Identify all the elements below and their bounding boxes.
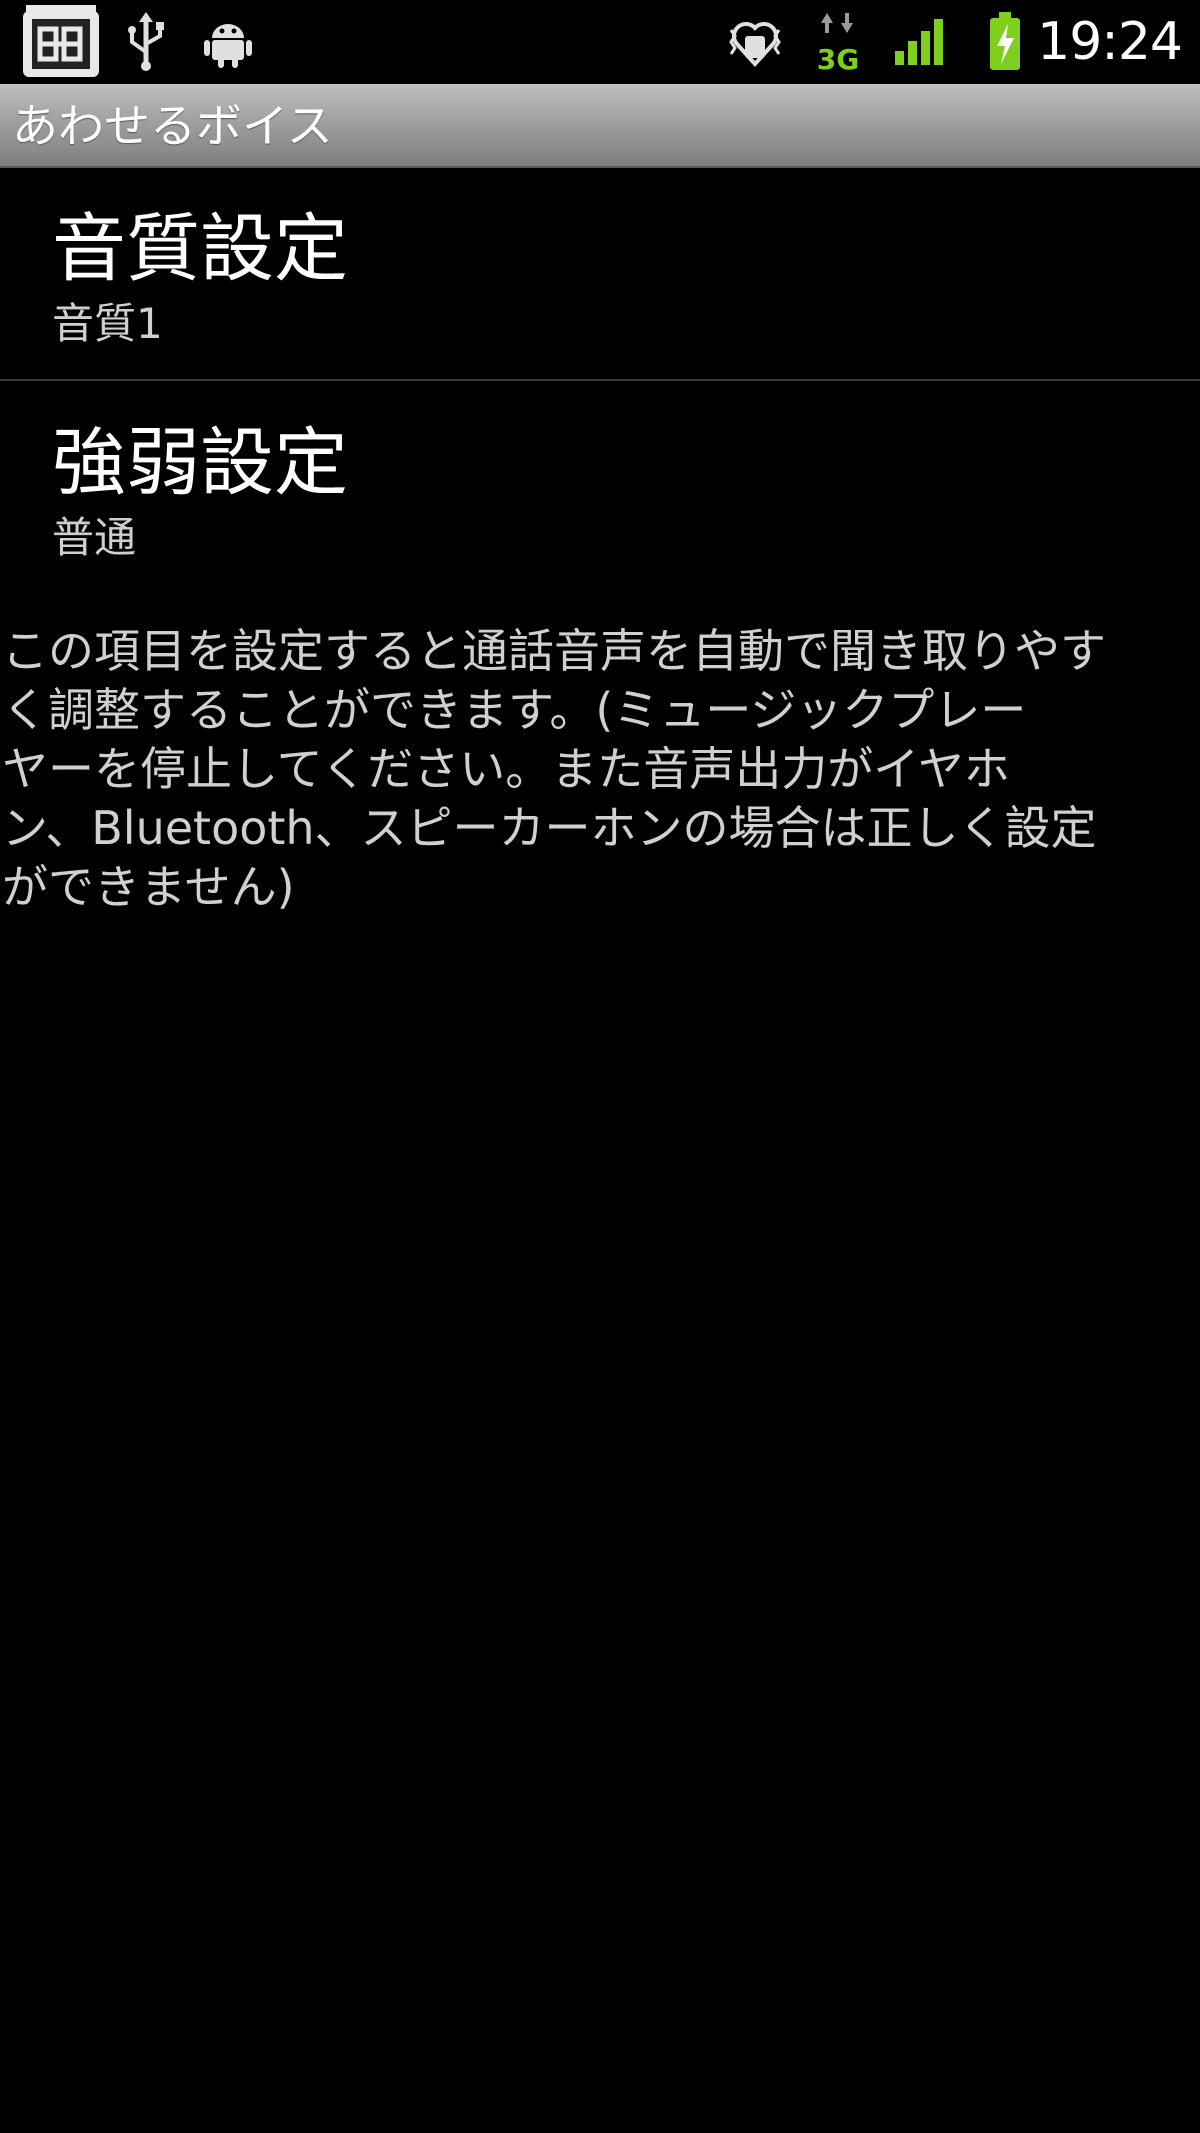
description-line: ヤーを停止してください。また音声出力がイヤホ — [2, 742, 1010, 796]
pref-strength-title: 強弱設定 — [52, 420, 348, 506]
signal-strength-icon — [888, 0, 954, 84]
pref-sound-quality[interactable]: 音質設定 音質1 — [0, 168, 1200, 380]
pref-strength-summary: 普通 — [52, 513, 137, 562]
android-debug-icon — [198, 0, 258, 84]
pref-sound-quality-title: 音質設定 — [52, 206, 348, 292]
description-text: この項目を設定すると通話音声を自動で聞き取りやす く調整することができます。(ミ… — [2, 622, 1198, 917]
description-line: ン、Bluetooth、スピーカーホンの場合は正しく設定 — [2, 801, 1097, 855]
network-3g-icon: 3G — [810, 0, 866, 84]
title-bar: あわせるボイス — [0, 84, 1200, 168]
app-title: あわせるボイス — [12, 99, 333, 153]
list-divider — [0, 379, 1200, 381]
pref-strength[interactable]: 強弱設定 普通 — [0, 382, 1200, 594]
description-line: ができません) — [2, 860, 295, 914]
description-line: この項目を設定すると通話音声を自動で聞き取りやす — [2, 624, 1106, 678]
status-bar: 3G 19:24 — [0, 0, 1200, 84]
battery-charging-icon — [982, 0, 1028, 84]
usb-icon — [118, 0, 174, 84]
status-time: 19:24 — [1037, 12, 1183, 72]
svg-text:3G: 3G — [817, 43, 859, 73]
pref-sound-quality-summary: 音質1 — [52, 299, 163, 348]
app-box-icon — [18, 0, 104, 84]
vibrate-heart-icon — [722, 0, 788, 84]
description-line: く調整することができます。(ミュージックプレー — [2, 683, 1027, 737]
